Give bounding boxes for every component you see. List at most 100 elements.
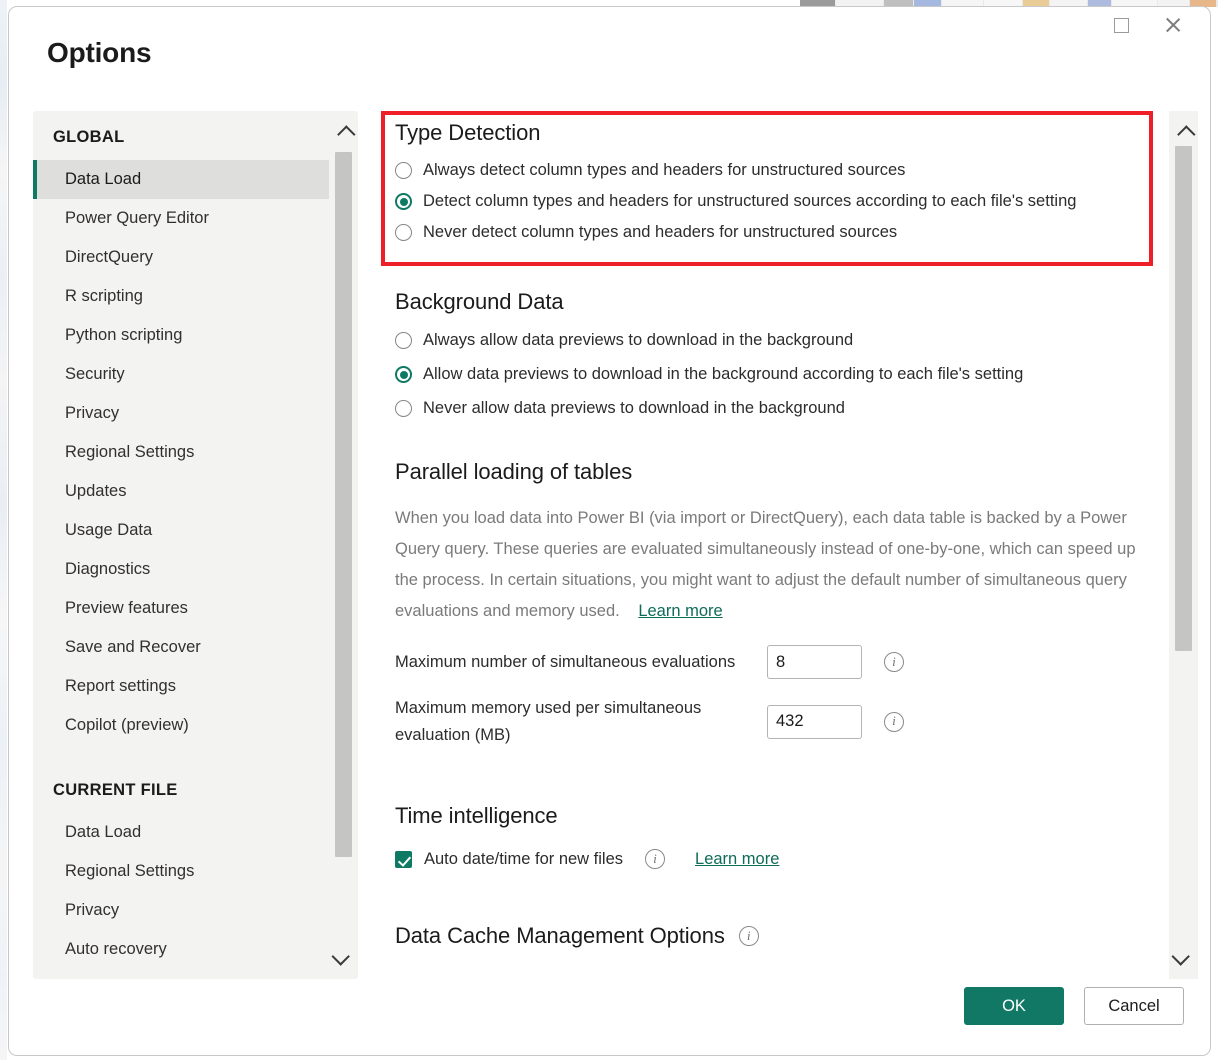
- sidebar-item-label: Updates: [65, 482, 126, 500]
- max-memory-label: Maximum memory used per simultaneous eva…: [395, 695, 767, 748]
- background-data-heading: Background Data: [395, 289, 1023, 315]
- type-detection-option-always[interactable]: Always detect column types and headers f…: [395, 161, 1076, 180]
- main-scroll-down-button[interactable]: [1169, 941, 1198, 971]
- sidebar-item-label: Report settings: [65, 677, 176, 695]
- sidebar-item-privacy[interactable]: Privacy: [33, 394, 329, 433]
- info-icon[interactable]: i: [739, 926, 759, 946]
- chevron-up-icon: [1177, 125, 1195, 143]
- sidebar-item-label: Preview features: [65, 599, 188, 617]
- option-label: Allow data previews to download in the b…: [423, 365, 1023, 384]
- sidebar-item-global-data-load[interactable]: Data Load: [33, 160, 329, 199]
- sidebar-scroll-down-button[interactable]: [329, 941, 358, 971]
- sidebar-group-global-label: GLOBAL: [33, 128, 329, 147]
- close-icon: [1164, 16, 1182, 34]
- option-label: Never detect column types and headers fo…: [423, 223, 897, 242]
- background-data-option-never[interactable]: Never allow data previews to download in…: [395, 399, 1023, 418]
- sidebar-scrollbar-thumb[interactable]: [335, 152, 352, 857]
- sidebar-scroll-up-button[interactable]: [329, 119, 358, 149]
- chevron-up-icon: [337, 125, 355, 143]
- radio-icon-selected: [395, 193, 412, 210]
- radio-icon: [395, 332, 412, 349]
- radio-icon: [395, 400, 412, 417]
- auto-date-time-label: Auto date/time for new files: [424, 850, 623, 869]
- main-content: Type Detection Always detect column type…: [381, 111, 1166, 979]
- option-label: Always detect column types and headers f…: [423, 161, 905, 180]
- sidebar-item-save-and-recover[interactable]: Save and Recover: [33, 628, 329, 667]
- sidebar-item-label: Data Load: [65, 823, 141, 841]
- dialog-footer: OK Cancel: [964, 987, 1184, 1025]
- sidebar-group-current-file-label: CURRENT FILE: [33, 781, 329, 800]
- option-label: Always allow data previews to download i…: [423, 331, 853, 350]
- sidebar-item-label: Privacy: [65, 404, 119, 422]
- sidebar-item-label: Privacy: [65, 901, 119, 919]
- time-intelligence-learn-more-link[interactable]: Learn more: [695, 850, 779, 869]
- radio-icon: [395, 224, 412, 241]
- sidebar-item-security[interactable]: Security: [33, 355, 329, 394]
- type-detection-section: Type Detection Always detect column type…: [395, 120, 1076, 242]
- sidebar-scroll-area: GLOBAL Data Load Power Query Editor Dire…: [33, 111, 329, 979]
- data-cache-section: Data Cache Management Options i: [395, 923, 759, 949]
- info-icon[interactable]: i: [884, 712, 904, 732]
- sidebar-item-copilot-preview[interactable]: Copilot (preview): [33, 706, 329, 745]
- max-evaluations-field-row: Maximum number of simultaneous evaluatio…: [395, 645, 1147, 679]
- sidebar-item-usage-data[interactable]: Usage Data: [33, 511, 329, 550]
- max-memory-field-row: Maximum memory used per simultaneous eva…: [395, 695, 1147, 748]
- sidebar-item-label: DirectQuery: [65, 248, 153, 266]
- main-scrollbar[interactable]: [1169, 111, 1198, 979]
- close-button[interactable]: [1150, 7, 1196, 43]
- sidebar: GLOBAL Data Load Power Query Editor Dire…: [33, 111, 358, 979]
- max-memory-input[interactable]: [767, 705, 862, 739]
- options-dialog: Options GLOBAL Data Load Power Query Edi…: [8, 6, 1211, 1056]
- background-data-option-always[interactable]: Always allow data previews to download i…: [395, 331, 1023, 350]
- sidebar-item-report-settings[interactable]: Report settings: [33, 667, 329, 706]
- maximize-button[interactable]: [1098, 7, 1144, 43]
- sidebar-item-label: Regional Settings: [65, 862, 194, 880]
- sidebar-item-current-file-privacy[interactable]: Privacy: [33, 891, 329, 930]
- sidebar-item-regional-settings[interactable]: Regional Settings: [33, 433, 329, 472]
- description-text: When you load data into Power BI (via im…: [395, 509, 1136, 620]
- parallel-loading-learn-more-link[interactable]: Learn more: [638, 602, 722, 620]
- sidebar-item-directquery[interactable]: DirectQuery: [33, 238, 329, 277]
- background-left-strip: [0, 0, 7, 1060]
- parallel-loading-description: When you load data into Power BI (via im…: [395, 503, 1147, 627]
- sidebar-item-label: Diagnostics: [65, 560, 150, 578]
- auto-date-time-row: Auto date/time for new files i Learn mor…: [395, 849, 779, 869]
- type-detection-option-per-file[interactable]: Detect column types and headers for unst…: [395, 192, 1076, 211]
- sidebar-item-label: Data Load: [65, 170, 141, 188]
- sidebar-item-label: Copilot (preview): [65, 716, 189, 734]
- sidebar-item-r-scripting[interactable]: R scripting: [33, 277, 329, 316]
- cancel-button[interactable]: Cancel: [1084, 987, 1184, 1025]
- ok-button[interactable]: OK: [964, 987, 1064, 1025]
- max-evaluations-label: Maximum number of simultaneous evaluatio…: [395, 649, 767, 676]
- sidebar-item-current-file-regional-settings[interactable]: Regional Settings: [33, 852, 329, 891]
- type-detection-option-never[interactable]: Never detect column types and headers fo…: [395, 223, 1076, 242]
- sidebar-item-label: Security: [65, 365, 125, 383]
- info-icon[interactable]: i: [884, 652, 904, 672]
- sidebar-item-label: Usage Data: [65, 521, 152, 539]
- auto-date-time-checkbox[interactable]: [395, 851, 412, 868]
- main-scroll-up-button[interactable]: [1169, 119, 1198, 149]
- chevron-down-icon: [331, 947, 349, 965]
- option-label: Never allow data previews to download in…: [423, 399, 845, 418]
- sidebar-item-current-file-data-load[interactable]: Data Load: [33, 813, 329, 852]
- background-data-option-per-file[interactable]: Allow data previews to download in the b…: [395, 365, 1023, 384]
- sidebar-item-label: Auto recovery: [65, 940, 167, 958]
- sidebar-item-python-scripting[interactable]: Python scripting: [33, 316, 329, 355]
- sidebar-item-diagnostics[interactable]: Diagnostics: [33, 550, 329, 589]
- type-detection-heading: Type Detection: [395, 120, 1076, 146]
- parallel-loading-section: Parallel loading of tables When you load…: [395, 459, 1147, 749]
- time-intelligence-section: Time intelligence Auto date/time for new…: [395, 803, 779, 869]
- sidebar-item-updates[interactable]: Updates: [33, 472, 329, 511]
- main-scrollbar-thumb[interactable]: [1175, 146, 1192, 651]
- chevron-down-icon: [1171, 947, 1189, 965]
- radio-icon-selected: [395, 366, 412, 383]
- page-title: Options: [47, 37, 151, 69]
- sidebar-scrollbar[interactable]: [329, 111, 358, 979]
- max-evaluations-input[interactable]: [767, 645, 862, 679]
- maximize-icon: [1114, 18, 1129, 33]
- sidebar-item-power-query-editor[interactable]: Power Query Editor: [33, 199, 329, 238]
- sidebar-item-auto-recovery[interactable]: Auto recovery: [33, 930, 329, 969]
- sidebar-item-preview-features[interactable]: Preview features: [33, 589, 329, 628]
- option-label: Detect column types and headers for unst…: [423, 192, 1076, 211]
- info-icon[interactable]: i: [645, 849, 665, 869]
